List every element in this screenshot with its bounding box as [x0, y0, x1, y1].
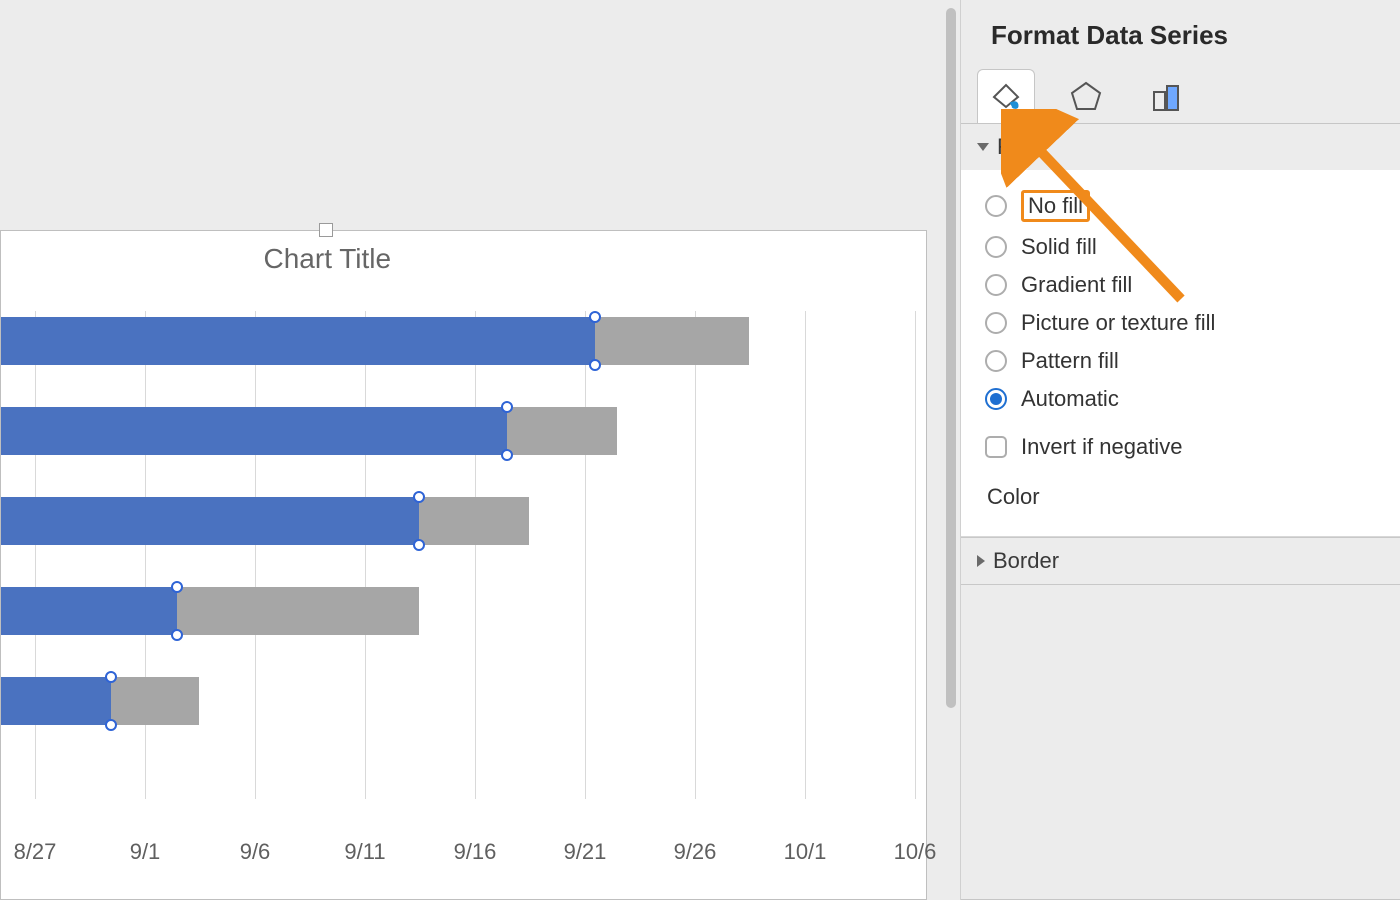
fill-option-label: Solid fill [1021, 234, 1097, 260]
selection-dot[interactable] [589, 311, 601, 323]
panel-empty-area [961, 585, 1400, 899]
vertical-scrollbar[interactable] [942, 0, 960, 900]
bar-row[interactable] [1, 407, 617, 455]
bar-series-1[interactable] [1, 677, 111, 725]
selection-dot[interactable] [413, 539, 425, 551]
bar-series-1[interactable] [1, 587, 177, 635]
chart-title[interactable]: Chart Title [264, 243, 392, 275]
gridline [35, 311, 36, 799]
panel-title: Format Data Series [961, 0, 1400, 69]
x-tick-label: 9/1 [130, 839, 161, 865]
bar-series-2[interactable] [419, 497, 529, 545]
bar-series-2[interactable] [111, 677, 199, 725]
tab-fill-line[interactable] [977, 69, 1035, 123]
section-border-label: Border [993, 548, 1059, 574]
bar-row[interactable] [1, 317, 749, 365]
fill-option-label: Picture or texture fill [1021, 310, 1215, 336]
selection-dot[interactable] [413, 491, 425, 503]
gridline [695, 311, 696, 799]
bar-series-2[interactable] [595, 317, 749, 365]
series-options-icon [1148, 78, 1184, 114]
gridline [365, 311, 366, 799]
bar-series-1[interactable] [1, 317, 595, 365]
plot-area[interactable] [1, 311, 881, 799]
pentagon-icon [1068, 78, 1104, 114]
selection-dot[interactable] [105, 719, 117, 731]
bar-row[interactable] [1, 677, 199, 725]
color-label: Color [985, 466, 1384, 516]
fill-option-gradient-fill[interactable]: Gradient fill [985, 266, 1384, 304]
section-fill-label: Fill [997, 134, 1025, 160]
gridline [145, 311, 146, 799]
paint-bucket-icon [988, 79, 1024, 115]
fill-option-solid-fill[interactable]: Solid fill [985, 228, 1384, 266]
format-pane: Format Data Series [960, 0, 1400, 900]
gridline [915, 311, 916, 799]
fill-option-automatic[interactable]: Automatic [985, 380, 1384, 418]
radio-icon [985, 274, 1007, 296]
section-border-header[interactable]: Border [961, 537, 1400, 585]
radio-icon [985, 312, 1007, 334]
bar-series-2[interactable] [507, 407, 617, 455]
format-tabs [961, 69, 1400, 123]
x-tick-label: 9/21 [564, 839, 607, 865]
selection-dot[interactable] [171, 629, 183, 641]
fill-option-picture-fill[interactable]: Picture or texture fill [985, 304, 1384, 342]
x-tick-label: 9/11 [344, 839, 385, 865]
gridline [475, 311, 476, 799]
bar-row[interactable] [1, 587, 419, 635]
chevron-down-icon [977, 143, 989, 151]
bar-series-1[interactable] [1, 407, 507, 455]
selection-handle[interactable] [319, 223, 333, 237]
radio-icon [985, 350, 1007, 372]
bar-series-2[interactable] [177, 587, 419, 635]
radio-icon [985, 236, 1007, 258]
chart-area[interactable]: Chart Title 8/27 9/1 9/6 9/11 9/16 9/21 9/26 10… [0, 0, 942, 900]
radio-checked-icon [985, 388, 1007, 410]
radio-icon [985, 195, 1007, 217]
selection-dot[interactable] [171, 581, 183, 593]
checkbox-icon [985, 436, 1007, 458]
fill-option-label: Automatic [1021, 386, 1119, 412]
selection-dot[interactable] [589, 359, 601, 371]
scrollbar-thumb[interactable] [946, 8, 956, 708]
fill-options: No fill Solid fill Gradient fill Picture… [961, 170, 1400, 537]
selection-dot[interactable] [501, 401, 513, 413]
tab-series-options[interactable] [1137, 69, 1195, 123]
bar-row[interactable] [1, 497, 529, 545]
gridline [255, 311, 256, 799]
selection-dot[interactable] [105, 671, 117, 683]
bar-series-1[interactable] [1, 497, 419, 545]
x-tick-label: 8/27 [14, 839, 57, 865]
selection-dot[interactable] [501, 449, 513, 461]
tab-effects[interactable] [1057, 69, 1115, 123]
invert-label: Invert if negative [1021, 434, 1182, 460]
section-fill-header[interactable]: Fill [961, 124, 1400, 170]
gridlines [1, 311, 881, 799]
fill-option-pattern-fill[interactable]: Pattern fill [985, 342, 1384, 380]
chevron-right-icon [977, 555, 985, 567]
x-tick-label: 10/1 [784, 839, 827, 865]
x-tick-label: 9/26 [674, 839, 717, 865]
chart-object[interactable]: Chart Title 8/27 9/1 9/6 9/11 9/16 9/21 9/26 10… [0, 230, 927, 900]
fill-option-label: No fill [1021, 190, 1090, 222]
gridline [805, 311, 806, 799]
gridline [585, 311, 586, 799]
fill-option-no-fill[interactable]: No fill [985, 184, 1384, 228]
fill-option-label: Pattern fill [1021, 348, 1119, 374]
x-tick-label: 9/6 [240, 839, 271, 865]
invert-if-negative[interactable]: Invert if negative [985, 428, 1384, 466]
x-tick-label: 9/16 [454, 839, 497, 865]
fill-option-label: Gradient fill [1021, 272, 1132, 298]
x-tick-label: 10/6 [894, 839, 937, 865]
